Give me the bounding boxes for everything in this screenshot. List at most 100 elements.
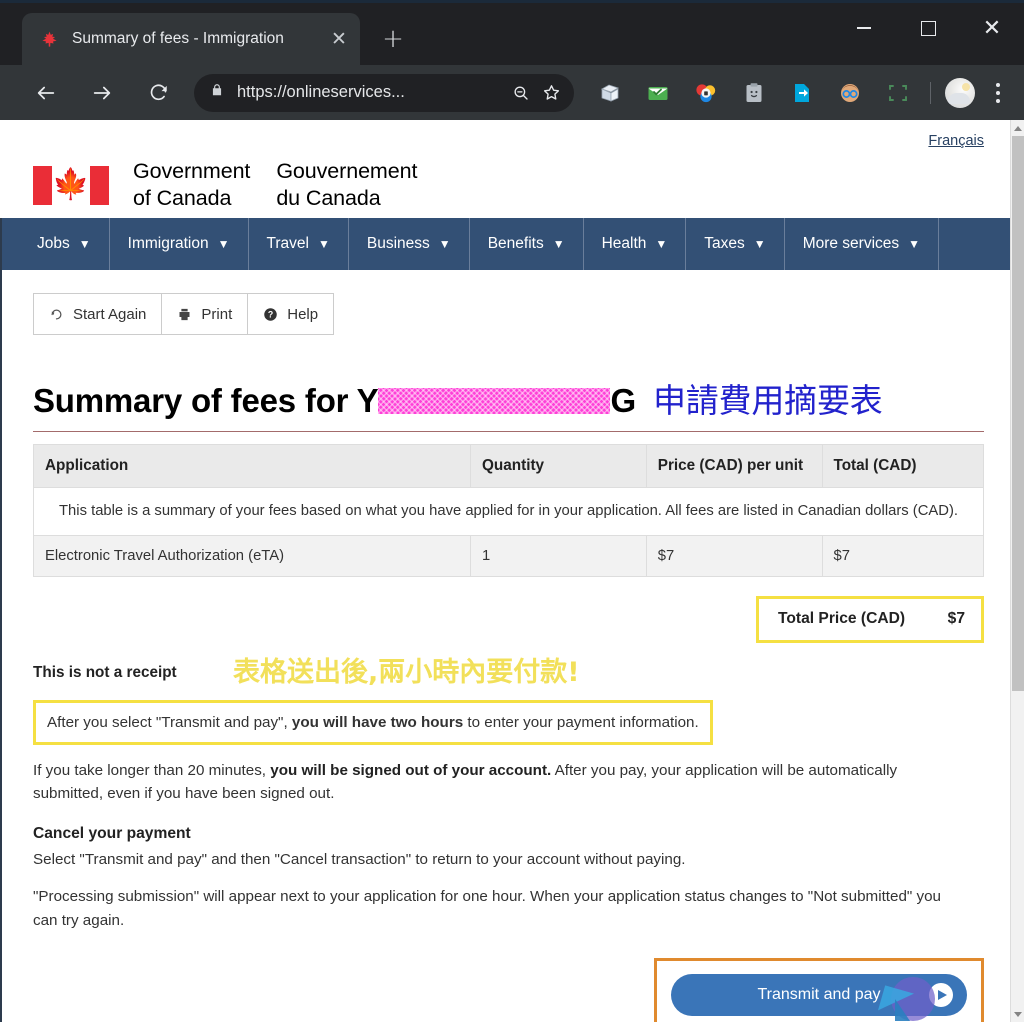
table-header-row: Application Quantity Price (CAD) per uni…	[33, 443, 984, 488]
highlight-text-a: After you select "Transmit and pay",	[47, 713, 292, 731]
scroll-down-icon[interactable]	[1011, 1006, 1024, 1022]
maximize-button[interactable]	[896, 3, 960, 53]
chevron-down-icon: ▼	[78, 237, 91, 251]
printer-icon	[177, 307, 192, 322]
restart-arrow-icon	[49, 307, 64, 322]
highlight-text-c: to enter your payment information.	[463, 713, 699, 731]
total-price-label: Total Price (CAD)	[778, 610, 906, 628]
brand-french: Gouvernement du Canada	[276, 158, 417, 212]
clipboard-extension-icon[interactable]	[730, 73, 778, 113]
signed-out-paragraph: If you take longer than 20 minutes, you …	[33, 759, 948, 805]
nav-label: Health	[601, 235, 647, 252]
reload-icon[interactable]	[138, 73, 178, 113]
nav-label: Immigration	[127, 235, 209, 252]
chevron-down-icon: ▼	[318, 237, 330, 251]
not-receipt-row: This is not a receipt 表格送出後,兩小時內要付款!	[33, 657, 984, 690]
window-controls: ✕	[832, 3, 1024, 53]
maple-leaf-icon	[40, 30, 59, 49]
address-bar[interactable]: https://onlineservices...	[194, 73, 574, 112]
zoom-out-icon[interactable]	[506, 84, 536, 102]
back-icon[interactable]	[26, 73, 66, 113]
vertical-scrollbar[interactable]	[1010, 120, 1024, 1022]
print-button[interactable]: Print	[161, 293, 249, 335]
canada-flag-icon: 🍁	[33, 165, 109, 205]
chrome-menu-icon[interactable]	[983, 74, 1013, 112]
main-content: Start Again Print ? Help Summary of fees…	[0, 293, 1010, 1022]
nav-item-health[interactable]: Health ▼	[584, 218, 687, 270]
brand-en-line1: Government	[133, 159, 251, 183]
forward-icon[interactable]	[82, 73, 122, 113]
header-price-per-unit: Price (CAD) per unit	[645, 443, 823, 488]
transmit-and-pay-highlight: Transmit and pay 鑫 部 落	[654, 957, 984, 1022]
cell-price: $7	[645, 534, 823, 577]
help-button[interactable]: ? Help	[247, 293, 335, 335]
toolbar-divider	[930, 81, 931, 104]
close-window-button[interactable]: ✕	[960, 3, 1024, 53]
cell-total: $7	[821, 534, 984, 577]
header-quantity: Quantity	[470, 443, 647, 488]
transmit-and-pay-button[interactable]: Transmit and pay	[671, 973, 967, 1016]
browser-window: Summary of fees - Immigration ✕ + ✕ http…	[0, 0, 1024, 1022]
chevron-down-icon: ▼	[552, 237, 565, 251]
brand-english: Government of Canada	[133, 158, 250, 212]
documents-extension-icon[interactable]	[586, 73, 634, 113]
browser-toolbar: https://onlineservices...	[0, 65, 1024, 120]
tab-title: Summary of fees - Immigration	[72, 30, 284, 47]
total-price-box: Total Price (CAD) $7	[756, 595, 984, 643]
page-title-prefix: Summary of fees for Y	[33, 382, 379, 419]
help-label: Help	[287, 305, 319, 323]
brand-en-line2: of Canada	[133, 186, 232, 211]
title-underline	[33, 430, 984, 432]
nav-label: Jobs	[37, 235, 70, 252]
nav-item-travel[interactable]: Travel ▼	[249, 218, 349, 270]
nav-item-benefits[interactable]: Benefits ▼	[470, 218, 584, 270]
para1-a: If you take longer than 20 minutes,	[33, 762, 271, 780]
start-again-label: Start Again	[73, 305, 147, 323]
para1-bold: you will be signed out of your account.	[270, 762, 552, 780]
export-extension-icon[interactable]	[778, 73, 826, 113]
cell-quantity: 1	[470, 534, 647, 577]
chevron-down-icon: ▼	[438, 237, 451, 251]
nav-label: Travel	[266, 235, 310, 252]
minimize-button[interactable]	[832, 3, 896, 53]
start-again-button[interactable]: Start Again	[33, 293, 163, 335]
question-circle-icon: ?	[263, 307, 278, 322]
page-title: Summary of fees for Y G 申請費用摘要表	[33, 382, 984, 420]
table-caption: This table is a summary of your fees bas…	[33, 486, 984, 536]
capture-region-extension-icon[interactable]	[874, 73, 922, 113]
nav-item-business[interactable]: Business ▼	[349, 218, 470, 270]
profile-avatar[interactable]	[945, 77, 975, 108]
nav-label: More services	[802, 235, 900, 252]
close-icon[interactable]: ✕	[328, 29, 350, 49]
password-manager-extension-icon[interactable]	[682, 73, 730, 113]
url-text: https://onlineservices...	[237, 83, 405, 101]
cancel-payment-text: Select "Transmit and pay" and then "Canc…	[33, 851, 686, 869]
star-icon[interactable]	[536, 83, 566, 102]
language-toggle-link[interactable]: Français	[928, 133, 984, 149]
brand-fr-line2: du Canada	[276, 186, 381, 211]
svg-text:?: ?	[268, 309, 273, 319]
cell-application: Electronic Travel Authorization (eTA)	[33, 534, 471, 577]
fees-table: This table is a summary of your fees bas…	[33, 443, 984, 577]
goc-brand[interactable]: 🍁 Government of Canada Gouvernement du C…	[33, 158, 417, 212]
page-title-chinese-annotation: 申請費用摘要表	[652, 381, 883, 420]
avatar-glasses-extension-icon[interactable]	[826, 73, 874, 113]
scrollbar-thumb[interactable]	[1012, 136, 1024, 691]
nav-item-jobs[interactable]: Jobs ▼	[18, 218, 110, 270]
arrow-right-icon	[929, 982, 953, 1007]
header-total: Total (CAD)	[821, 443, 984, 488]
mail-check-extension-icon[interactable]	[634, 73, 682, 113]
transmit-and-pay-label: Transmit and pay	[757, 985, 881, 1003]
nav-item-immigration[interactable]: Immigration ▼	[110, 218, 249, 270]
chevron-down-icon: ▼	[217, 237, 230, 251]
new-tab-button[interactable]: +	[376, 22, 410, 56]
nav-item-taxes[interactable]: Taxes ▼	[686, 218, 785, 270]
processing-submission-text: "Processing submission" will appear next…	[33, 888, 941, 929]
site-nav: Jobs ▼ Immigration ▼ Travel ▼ Business ▼	[18, 218, 1010, 270]
print-label: Print	[201, 305, 233, 323]
highlight-text-bold: you will have two hours	[291, 713, 464, 731]
browser-tab[interactable]: Summary of fees - Immigration ✕	[22, 13, 360, 65]
brand-fr-line1: Gouvernement	[276, 159, 418, 183]
nav-item-more-services[interactable]: More services ▼	[785, 218, 940, 270]
scroll-up-icon[interactable]	[1011, 120, 1024, 136]
